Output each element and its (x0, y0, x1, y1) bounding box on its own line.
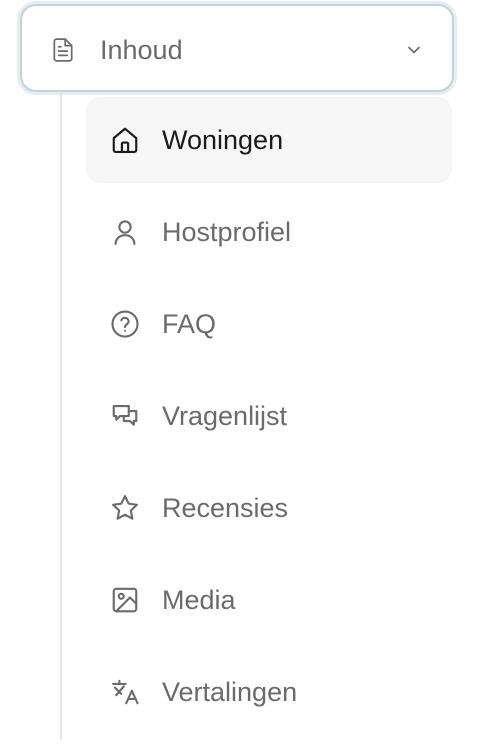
user-icon (110, 217, 140, 247)
submenu-item-woningen[interactable]: Woningen (86, 97, 452, 183)
star-icon (110, 493, 140, 523)
translate-icon (110, 677, 140, 707)
submenu-item-recensies[interactable]: Recensies (86, 465, 452, 551)
submenu-item-label: Woningen (162, 125, 284, 155)
sidebar-navigation: Inhoud Woningen Hostprofiel FAQ Vragenli… (0, 0, 480, 754)
document-icon (50, 37, 76, 63)
chevron-down-icon (404, 40, 424, 60)
submenu-item-label: Hostprofiel (162, 217, 292, 247)
submenu-guide-line (60, 92, 62, 740)
submenu-item-label: Vragenlijst (162, 401, 288, 431)
chat-bubbles-icon (110, 401, 140, 431)
submenu-item-faq[interactable]: FAQ (86, 281, 452, 367)
submenu-list: Woningen Hostprofiel FAQ Vragenlijst Rec… (86, 97, 452, 741)
home-icon (110, 125, 140, 155)
submenu-item-vertalingen[interactable]: Vertalingen (86, 649, 452, 735)
submenu-item-label: FAQ (162, 309, 217, 339)
submenu-item-label: Media (162, 585, 236, 615)
submenu-item-vragenlijst[interactable]: Vragenlijst (86, 373, 452, 459)
question-circle-icon (110, 309, 140, 339)
submenu-item-media[interactable]: Media (86, 557, 452, 643)
section-toggle-inhoud[interactable]: Inhoud (20, 4, 454, 92)
section-label: Inhoud (100, 35, 183, 65)
image-icon (110, 585, 140, 615)
submenu-item-label: Vertalingen (162, 677, 298, 707)
submenu-item-hostprofiel[interactable]: Hostprofiel (86, 189, 452, 275)
submenu-item-label: Recensies (162, 493, 289, 523)
